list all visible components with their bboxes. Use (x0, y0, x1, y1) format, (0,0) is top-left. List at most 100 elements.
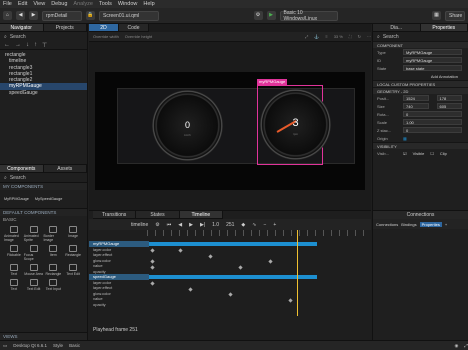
keyframe[interactable] (268, 259, 273, 264)
keyframe[interactable] (150, 248, 155, 253)
file-selector[interactable]: Screen01.ui.qml (99, 10, 159, 21)
properties-search[interactable]: ⌕ Search (373, 32, 468, 41)
origin-grid-icon[interactable]: ▦ (403, 136, 407, 141)
visible-checkbox[interactable]: ☑ (403, 151, 407, 156)
run-button[interactable]: ▶ (266, 11, 276, 20)
component-text-edit-2[interactable]: Text Edit (24, 279, 44, 291)
pos-y-field[interactable]: 178 (436, 95, 462, 101)
share-button[interactable]: Share (445, 10, 465, 21)
geometry-section[interactable]: GEOMETRY - 2D (373, 87, 468, 94)
keyframe[interactable] (288, 298, 293, 303)
tab-assets[interactable]: Assets (44, 165, 87, 172)
local-custom-properties-section[interactable]: LOCAL CUSTOM PROPERTIES (373, 80, 468, 87)
menu-window[interactable]: Window (118, 1, 138, 7)
navigator-search[interactable]: ⌕ Search (0, 32, 87, 41)
more-icon[interactable]: ⋯ (367, 34, 371, 39)
frame-current-field[interactable]: 251 (226, 222, 234, 228)
keyframe[interactable] (238, 265, 243, 270)
menu-help[interactable]: Help (143, 1, 154, 7)
timeline-settings-icon[interactable]: ⚙ (155, 222, 159, 228)
keyframe[interactable] (228, 292, 233, 297)
refresh-icon[interactable]: ↻ (358, 34, 361, 39)
my-components-header[interactable]: MY COMPONENTS (0, 182, 87, 190)
navigator-search-input[interactable]: Search (10, 34, 26, 40)
timeline-ruler[interactable] (147, 230, 371, 236)
track-property[interactable]: opacity (89, 302, 149, 308)
speed-gauge[interactable]: 0 km/h (152, 90, 223, 161)
forward-icon[interactable]: ▶ (29, 11, 38, 20)
expand-icon[interactable]: ⤢ (464, 343, 468, 348)
tab-bindings[interactable]: Bindings (401, 222, 416, 227)
design-canvas[interactable]: 0 km/h myRPMGauge 3 rpm (95, 72, 365, 190)
component-text-2[interactable]: Text (4, 279, 24, 291)
state-field[interactable]: base state (403, 65, 462, 71)
align-icon[interactable]: ≡ (325, 34, 327, 39)
keyframe[interactable] (150, 281, 155, 286)
rotation-field[interactable]: 0 (403, 111, 462, 117)
tab-properties-conn[interactable]: Properties (419, 221, 442, 227)
tab-transitions[interactable]: Transitions (93, 211, 137, 218)
override-width-field[interactable]: Override width (93, 34, 119, 39)
timeline-name[interactable]: timeline (131, 222, 148, 228)
tab-components[interactable]: Components (0, 165, 44, 172)
tab-connections[interactable]: Connections (376, 222, 398, 227)
menu-analyze[interactable]: Analyze (73, 1, 93, 7)
z-stack-field[interactable]: 0 (403, 127, 462, 133)
prev-frame-icon[interactable]: ◀ (178, 222, 182, 228)
to-start-icon[interactable]: ⏮ (167, 222, 172, 228)
clip-checkbox[interactable]: ☐ (430, 151, 434, 156)
track-bar-speedgauge[interactable] (149, 275, 317, 279)
tab-2d[interactable]: 2D (89, 24, 119, 31)
arrow-up-icon[interactable]: ↑ (34, 42, 37, 48)
component-image[interactable]: Image (63, 226, 83, 242)
add-annotation-button[interactable]: Add Annotation (373, 72, 468, 80)
auto-key-icon[interactable]: ◆ (241, 222, 245, 228)
basic-header[interactable]: BASIC (0, 216, 87, 224)
keyframe[interactable] (188, 287, 193, 292)
component-mouse-area[interactable]: Mouse Area (24, 264, 44, 276)
monitor-icon[interactable]: ▭ (3, 343, 7, 349)
component-text-input[interactable]: Text Input (44, 279, 64, 291)
filter-icon[interactable]: ⊤ (42, 42, 47, 49)
style-selector[interactable]: Basic (69, 343, 80, 348)
id-field[interactable]: myRPMGauge (403, 57, 462, 63)
arrow-down-icon[interactable]: ↓ (26, 42, 29, 48)
zoom-level[interactable]: 33 % (334, 34, 343, 39)
rpm-gauge[interactable]: 3 rpm (260, 89, 331, 160)
arrow-right-icon[interactable]: → (15, 42, 21, 48)
project-selector[interactable]: rpmDetail (42, 10, 82, 21)
component-rectangle-2[interactable]: Rectangle (44, 264, 64, 276)
scale-field[interactable]: 1.00 (403, 119, 462, 125)
tab-navigator[interactable]: Navigator (0, 24, 44, 31)
lock-icon[interactable]: 🔒 (86, 11, 95, 20)
tab-projects[interactable]: Projects (44, 24, 87, 31)
next-frame-icon[interactable]: ▶| (200, 222, 205, 228)
views-header[interactable]: VIEWS (0, 332, 87, 340)
anchor-icon[interactable]: ⚓ (314, 34, 319, 39)
tab-timeline[interactable]: Timeline (179, 211, 223, 218)
tab-code[interactable]: Code (119, 24, 149, 31)
component-focus-scope[interactable]: Focus Scope (24, 245, 44, 261)
device-selector[interactable]: Basic 10 Windows/Linux (279, 10, 338, 22)
settings-icon[interactable]: ⚙ (253, 11, 263, 20)
menu-view[interactable]: View (33, 1, 45, 7)
playhead[interactable] (297, 230, 298, 316)
keyframe[interactable] (150, 259, 155, 264)
type-field[interactable]: MyRPMGauge (403, 49, 462, 55)
component-rectangle[interactable]: Rectangle (63, 245, 83, 261)
tab-properties[interactable]: Properties (420, 24, 468, 31)
track-bar-myrpmgauge[interactable] (149, 242, 317, 246)
zoom-out-icon[interactable]: − (263, 222, 266, 228)
tab-dialog[interactable]: Dia... (373, 24, 421, 31)
layout-icon[interactable]: ▦ (432, 11, 441, 20)
tab-states[interactable]: States (136, 211, 180, 218)
home-icon[interactable]: ⌂ (3, 11, 12, 20)
back-icon[interactable]: ◀ (16, 11, 25, 20)
notification-icon[interactable]: ◉ (454, 343, 458, 349)
keyframe[interactable] (150, 265, 155, 270)
arrow-left-icon[interactable]: ← (4, 42, 10, 48)
component-item[interactable]: Item (44, 245, 64, 261)
height-field[interactable]: 605 (436, 103, 462, 109)
curve-editor-icon[interactable]: ∿ (252, 222, 256, 228)
width-field[interactable]: 740 (403, 103, 429, 109)
